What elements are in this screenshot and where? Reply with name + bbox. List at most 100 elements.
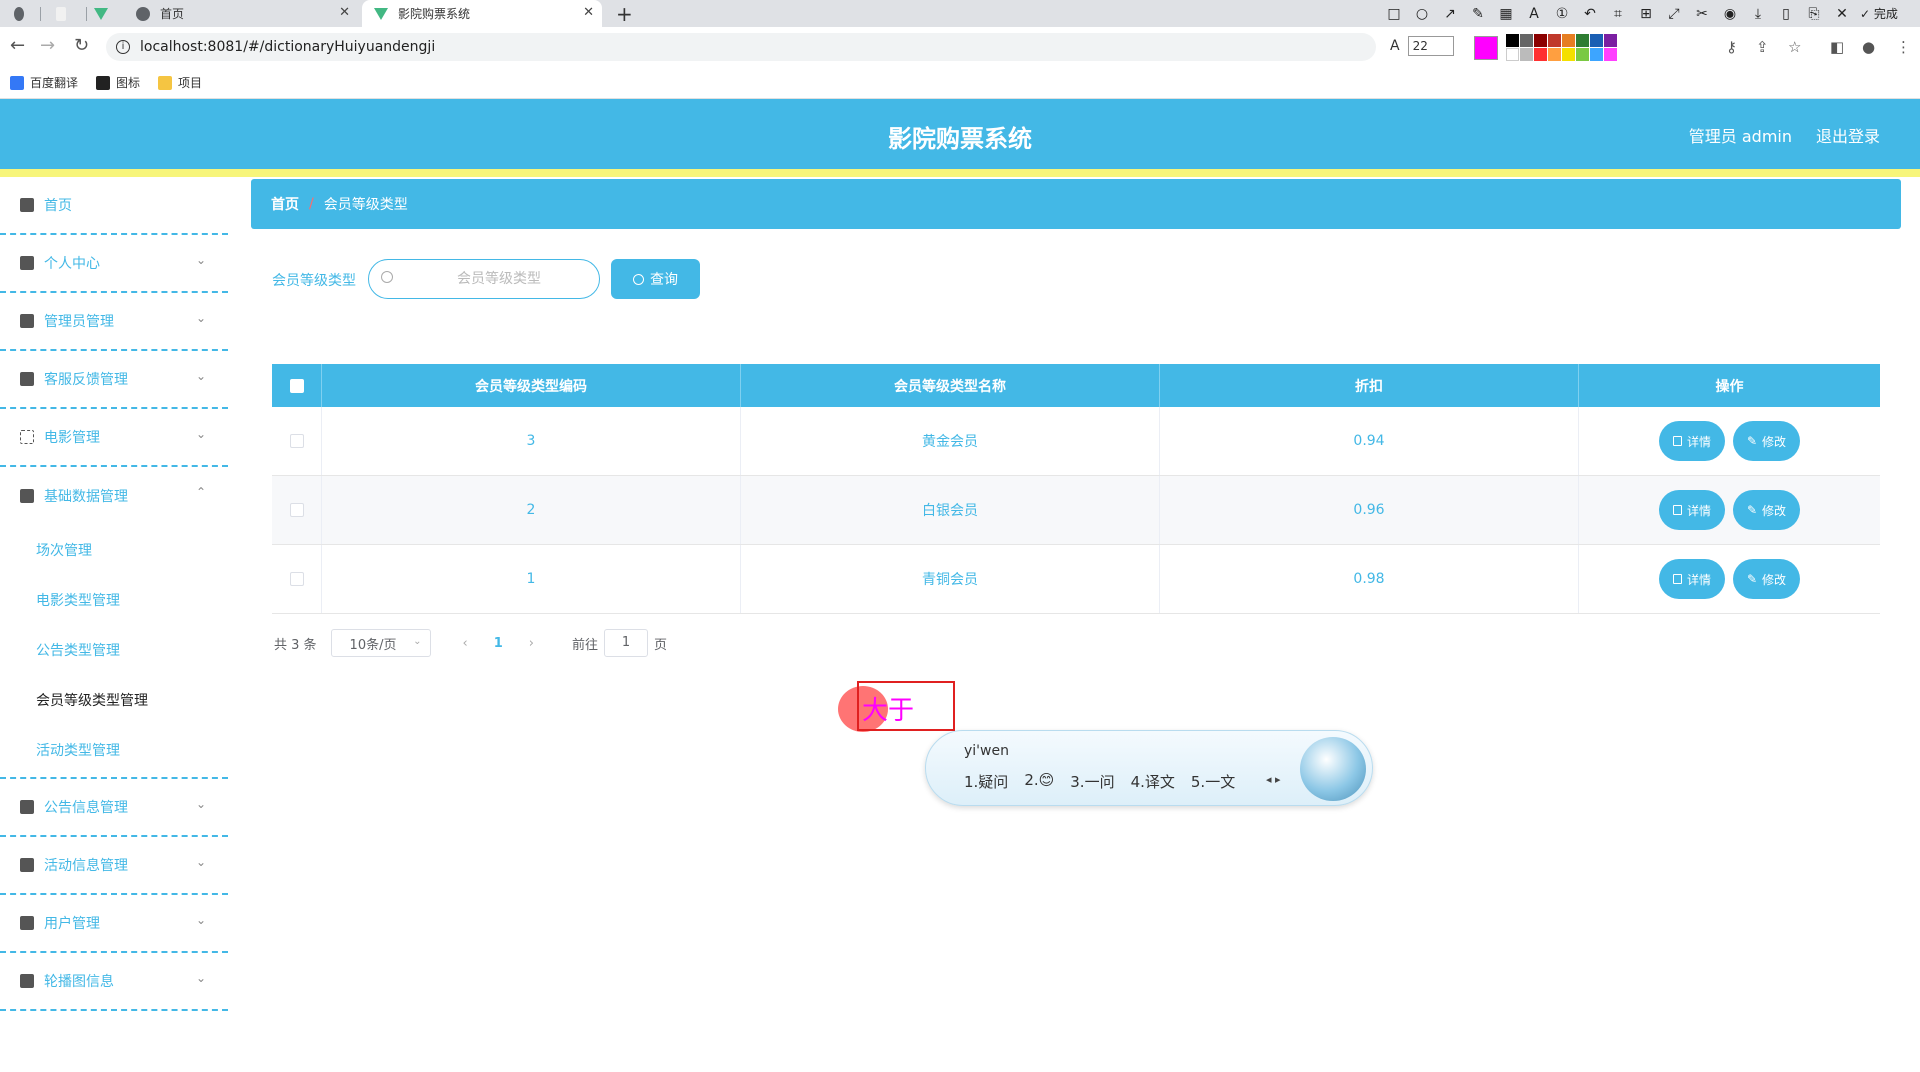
pin-icon[interactable]: ✂ [1688,6,1716,22]
ocr-icon[interactable]: ⌗ [1604,6,1632,22]
sidebar-subitem-sessions[interactable]: 场次管理 [0,525,228,575]
sidebar-subitem-movie-types[interactable]: 电影类型管理 [0,575,228,625]
select-all-checkbox[interactable] [289,378,304,393]
detail-button[interactable]: 详情 [1658,421,1725,461]
current-page[interactable]: 1 [494,636,503,651]
next-page-button[interactable]: › [529,636,534,651]
sidebar-item-basic-data[interactable]: 基础数据管理 ⌃ [0,467,228,525]
tab-cinema-system[interactable]: 影院购票系统 ✕ [362,0,602,27]
pen-tool-icon[interactable]: ✎ [1464,6,1492,22]
row-checkbox[interactable] [289,434,304,448]
forward-icon[interactable]: → [40,35,55,56]
select-all-cell [272,364,322,407]
sidebar-subitem-notice-types[interactable]: 公告类型管理 [0,625,228,675]
row-checkbox[interactable] [289,503,304,517]
info-icon[interactable]: i [116,40,130,54]
sidebar-item-home[interactable]: 首页 [0,177,228,235]
mosaic-tool-icon[interactable]: ▦ [1492,6,1520,22]
star-icon[interactable]: ☆ [1788,38,1801,56]
cell-name: 白银会员 [741,476,1160,544]
sidebar-item-admin-management[interactable]: 管理员管理 ⌄ [0,293,228,351]
page-size-select[interactable]: 10条/页 ⌄ [330,629,431,657]
bookmark-baidu-translate[interactable]: 百度翻译 [10,74,78,91]
bookmark-icons[interactable]: 图标 [96,74,140,91]
ime-candidate[interactable]: 4.译文 [1131,771,1175,792]
ime-pinyin: yi'wen [964,743,1009,759]
new-tab-button[interactable]: + [616,2,633,26]
font-size-selector[interactable]: A 22 [1390,36,1454,56]
sidebar-item-activity-management[interactable]: 活动信息管理 ⌄ [0,837,228,895]
sidebar-item-notice-management[interactable]: 公告信息管理 ⌄ [0,779,228,837]
sidepanel-icon[interactable]: ◧ [1830,38,1844,56]
ime-candidate[interactable]: 3.一问 [1070,771,1114,792]
ime-page-arrows-icon[interactable]: ◂ ▸ [1266,773,1281,786]
done-button[interactable]: ✓ 完成 [1860,5,1898,22]
bookmark-project[interactable]: 项目 [158,74,202,91]
vue-tab-icon[interactable] [94,0,114,27]
url-bar[interactable]: i localhost:8081/#/dictionaryHuiyuandeng… [106,33,1376,61]
goto-page-input[interactable]: 1 [604,629,649,657]
detail-button[interactable]: 详情 [1658,490,1725,530]
clipboard-icon [20,314,34,328]
text-tool-icon[interactable]: A [1520,6,1548,22]
bookmark-icon[interactable]: ⎘ [1800,6,1828,22]
sidebar-item-movie-management[interactable]: 电影管理 ⌄ [0,409,228,467]
prev-page-button[interactable]: ‹ [463,636,468,651]
sidebar-item-label: 基础数据管理 [44,489,128,505]
cancel-icon[interactable]: ✕ [1828,6,1856,22]
download-icon[interactable]: ⤓ [1744,6,1772,22]
edit-button[interactable]: ✎ 修改 [1732,490,1801,530]
sidebar-item-personal-center[interactable]: 个人中心 ⌄ [0,235,228,293]
profile-icon[interactable]: ● [1862,38,1875,56]
sidebar-subitem-activity-types[interactable]: 活动类型管理 [0,725,228,775]
share-icon[interactable]: ⇪ [1756,38,1769,56]
search-field[interactable] [368,259,600,299]
sidebar-item-carousel[interactable]: 轮播图信息 ⌄ [0,953,228,1011]
header-accent-bar [0,169,1920,177]
edit-button[interactable]: ✎ 修改 [1732,559,1801,599]
current-color-swatch[interactable] [1474,36,1498,60]
globe-tab-icon[interactable] [14,0,34,27]
app-header: 影院购票系统 管理员 admin 退出登录 [0,99,1920,169]
detail-button[interactable]: 详情 [1658,559,1725,599]
query-button[interactable]: 查询 [611,259,700,299]
undo-icon[interactable]: ↶ [1576,6,1604,22]
sidebar-item-feedback-management[interactable]: 客服反馈管理 ⌄ [0,351,228,409]
record-icon[interactable]: ◉ [1716,6,1744,22]
key-icon[interactable]: ⚷ [1726,38,1737,56]
close-tab-icon[interactable]: ✕ [583,5,594,20]
number-tool-icon[interactable]: ① [1548,6,1576,22]
translate-icon[interactable]: ⊞ [1632,6,1660,22]
color-palette[interactable] [1506,34,1617,61]
reload-icon[interactable]: ↻ [74,35,89,56]
edit-button[interactable]: ✎ 修改 [1732,421,1801,461]
ime-candidate[interactable]: 1.疑问 [964,771,1008,792]
ime-candidate[interactable]: 5.一文 [1191,771,1235,792]
column-header-discount: 折扣 [1160,364,1579,407]
edit-icon: ✎ [1746,434,1758,448]
row-checkbox[interactable] [289,572,304,586]
cell-code: 3 [322,407,741,475]
search-icon [381,271,393,283]
circle-tool-icon[interactable]: ○ [1408,6,1436,22]
menu-icon[interactable]: ⋮ [1896,38,1911,56]
back-icon[interactable]: ← [10,35,25,56]
close-tab-icon[interactable]: ✕ [339,5,350,20]
basic-data-submenu: 场次管理 电影类型管理 公告类型管理 会员等级类型管理 活动类型管理 [0,525,228,779]
rectangle-tool-icon[interactable]: □ [1380,6,1408,22]
search-input[interactable] [409,268,589,290]
arrow-tool-icon[interactable]: ↗ [1436,6,1464,22]
search-label: 会员等级类型 [272,273,356,289]
expand-icon[interactable]: ⤢ [1660,6,1688,22]
ime-candidate[interactable]: 2.😊 [1024,771,1054,792]
phone-icon[interactable]: ▯ [1772,6,1800,22]
sidebar-subitem-member-levels[interactable]: 会员等级类型管理 [0,675,228,725]
logout-link[interactable]: 退出登录 [1816,123,1880,147]
table-row: 1 青铜会员 0.98 详情 ✎ 修改 [272,545,1880,614]
font-size-value[interactable]: 22 [1407,36,1454,56]
tab-home[interactable]: 首页 ✕ [132,0,358,27]
breadcrumb-home[interactable]: 首页 [271,194,299,214]
blank-tab[interactable] [56,0,76,27]
sidebar-item-label: 管理员管理 [44,314,114,330]
sidebar-item-user-management[interactable]: 用户管理 ⌄ [0,895,228,953]
